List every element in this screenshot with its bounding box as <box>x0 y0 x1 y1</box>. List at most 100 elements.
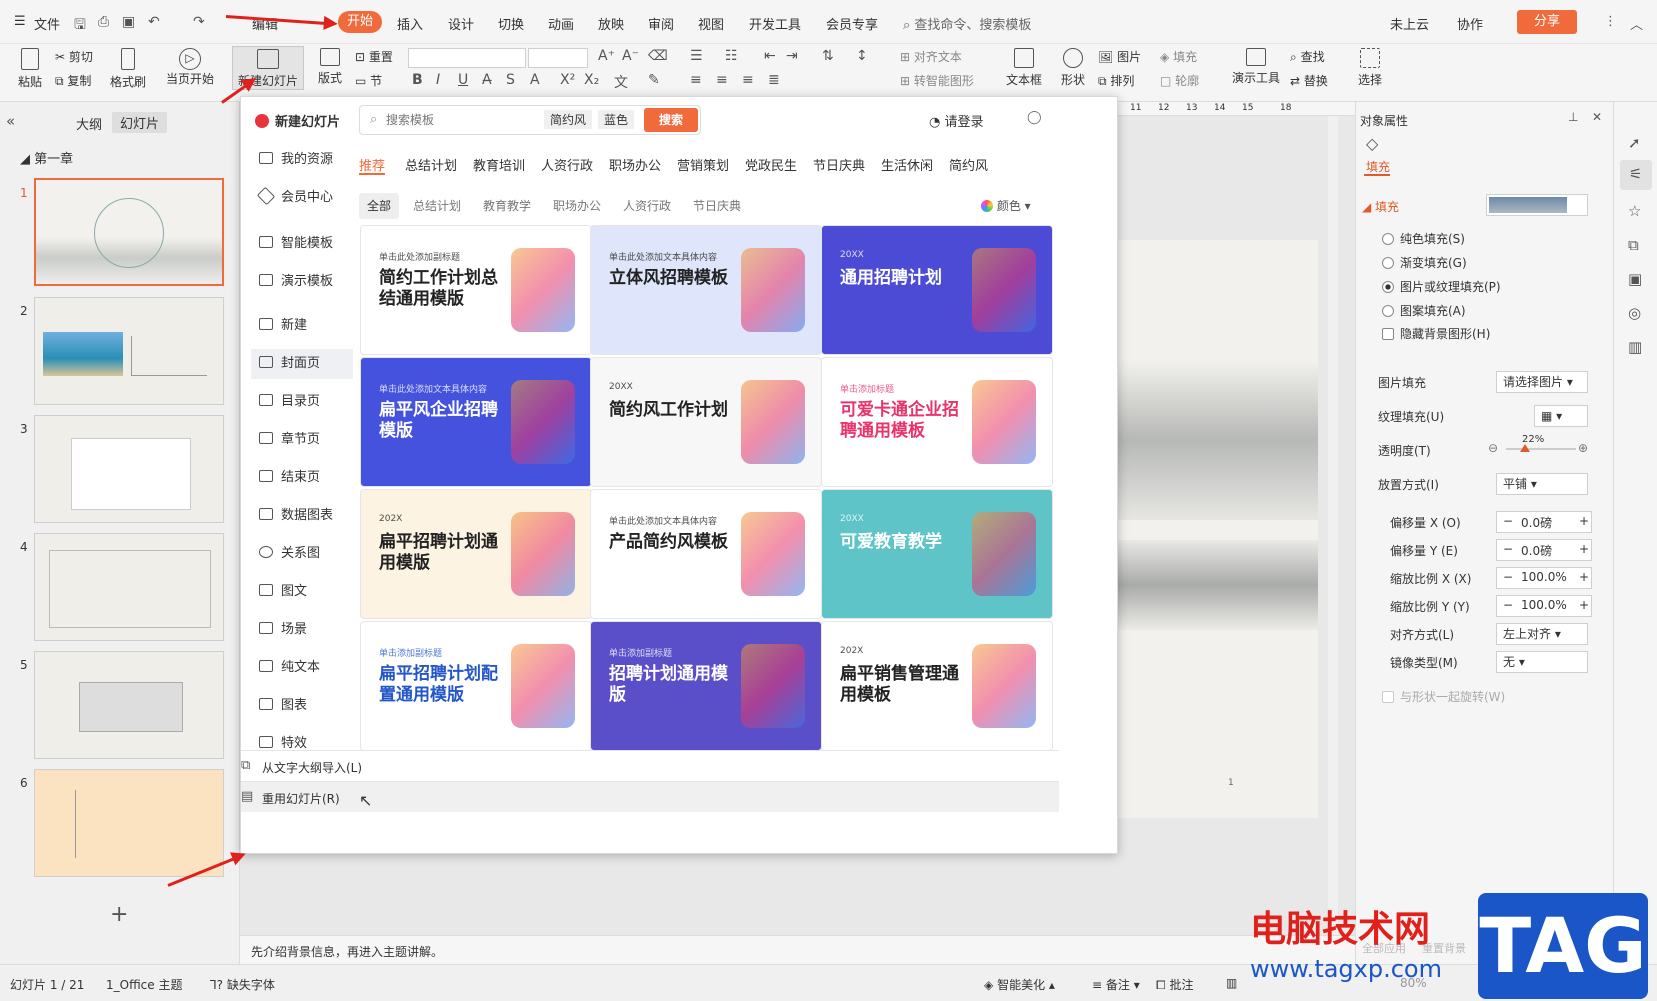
scale-x-stepper[interactable]: −100.0% + <box>1496 567 1592 589</box>
radio-solid[interactable]: 纯色填充(S) <box>1382 230 1465 247</box>
template-card[interactable]: 单击此处添加文本具体内容 立体风招聘模板 <box>590 225 822 355</box>
clear-format-icon[interactable]: ⌫ <box>648 48 668 64</box>
numbering-icon[interactable]: ☷ <box>725 48 738 64</box>
cut-button[interactable]: ✂ 剪切 <box>55 48 93 65</box>
picture-button[interactable]: 🖼 图片 <box>1098 48 1141 65</box>
menu-my-resources[interactable]: 我的资源 <box>251 145 353 175</box>
category-tab[interactable]: 总结计划 <box>405 155 457 174</box>
menu-data-chart[interactable]: 数据图表 <box>251 501 353 531</box>
select-button[interactable]: 选择 <box>1352 48 1388 88</box>
print-icon[interactable]: ⎙ <box>98 14 109 30</box>
close-icon[interactable]: ✕ <box>1592 110 1602 124</box>
underline-icon[interactable]: U <box>458 72 468 88</box>
search-button[interactable]: 搜索 <box>644 108 698 132</box>
bullets-icon[interactable]: ☰ <box>690 48 703 64</box>
slide-thumbnail-1[interactable] <box>34 178 224 286</box>
tab-insert[interactable]: 插入 <box>397 14 423 33</box>
filter-chip[interactable]: 职场办公 <box>545 193 609 219</box>
picture-icon[interactable]: ▣ <box>1628 270 1642 288</box>
template-card[interactable]: 20XX 通用招聘计划 <box>821 225 1053 355</box>
filter-chip[interactable]: 节日庆典 <box>685 193 749 219</box>
template-card[interactable]: 单击此处添加文本具体内容 扁平风企业招聘模版 <box>360 357 592 487</box>
filter-chip[interactable]: 人资行政 <box>615 193 679 219</box>
menu-chart[interactable]: 图表 <box>251 691 353 721</box>
template-card[interactable]: 20XX 简约风工作计划 <box>590 357 822 487</box>
radio-pattern[interactable]: 图案填充(A) <box>1382 302 1466 319</box>
pinyin-icon[interactable]: 文 <box>614 72 628 92</box>
tab-fill[interactable]: 填充 <box>1366 158 1390 175</box>
slide-thumbnail-6[interactable] <box>34 769 224 877</box>
menu-cover-page[interactable]: 封面页 <box>251 349 353 379</box>
panel-title[interactable]: 对象属性 <box>1360 112 1408 129</box>
category-tab[interactable]: 党政民生 <box>745 155 797 174</box>
paste-button[interactable]: 粘贴 <box>12 48 48 90</box>
slide-thumbnail-3[interactable] <box>34 415 224 523</box>
from-current-button[interactable]: ▷ 当页开始 <box>160 48 220 87</box>
search-tag[interactable]: 简约风 <box>544 110 593 129</box>
align-text-button[interactable]: ⊞ 对齐文本 <box>900 48 962 65</box>
category-tab[interactable]: 职场办公 <box>609 155 661 174</box>
transparency-slider[interactable] <box>1506 444 1576 452</box>
slider-thumb[interactable] <box>1520 444 1530 452</box>
grow-font-icon[interactable]: A⁺ <box>598 48 615 64</box>
menu-new[interactable]: 新建 <box>251 311 353 341</box>
color-filter[interactable]: 颜色 ▾ <box>981 197 1031 214</box>
message-icon[interactable]: ◯ <box>1027 110 1042 125</box>
outline-button[interactable]: □ 轮廓 <box>1160 72 1199 89</box>
star-icon[interactable]: ☆ <box>1628 202 1641 220</box>
add-slide-button[interactable]: + <box>110 902 128 927</box>
pin-icon[interactable]: ⊥ <box>1568 110 1578 124</box>
texture-select[interactable]: ▦ ▾ <box>1534 405 1588 427</box>
rotate-with-shape-checkbox[interactable]: 与形状一起旋转(W) <box>1382 688 1505 705</box>
menu-relation[interactable]: 关系图 <box>251 539 353 569</box>
tab-view[interactable]: 视图 <box>698 14 724 33</box>
tab-developer[interactable]: 开发工具 <box>749 14 801 33</box>
shape-button[interactable]: 形状 <box>1055 48 1091 88</box>
preview-icon[interactable]: ▣ <box>122 14 135 30</box>
superscript-icon[interactable]: X² <box>560 72 575 88</box>
copy-button[interactable]: ⧉ 复制 <box>55 72 91 89</box>
fill-button[interactable]: ◈ 填充 <box>1160 48 1197 65</box>
normal-view-icon[interactable]: ▥ <box>1226 976 1237 990</box>
text-direction-icon[interactable]: ⇅ <box>822 48 834 64</box>
offset-y-stepper[interactable]: −0.0磅 + <box>1496 539 1592 561</box>
menu-member-center[interactable]: 会员中心 <box>251 183 353 213</box>
more-icon[interactable]: ⋮ <box>1604 14 1617 29</box>
line-spacing-icon[interactable]: ↕ <box>856 48 868 64</box>
menu-scene[interactable]: 场景 <box>251 615 353 645</box>
category-tab[interactable]: 节日庆典 <box>813 155 865 174</box>
redo-icon[interactable]: ↷ <box>193 14 205 30</box>
tab-start[interactable]: 开始 <box>338 11 382 33</box>
search-tag[interactable]: 蓝色 <box>598 110 635 129</box>
save-icon[interactable]: 🖫 <box>74 14 86 38</box>
import-outline-item[interactable]: ⧉ 从文字大纲导入(L) <box>241 750 1059 781</box>
reset-button[interactable]: ⊡ 重置 <box>355 48 393 65</box>
template-card[interactable]: 202X 扁平招聘计划通用模版 <box>360 489 592 619</box>
template-card[interactable]: 单击添加标题 可爱卡通企业招聘通用模板 <box>821 357 1053 487</box>
plus-icon[interactable]: ⊕ <box>1578 441 1588 455</box>
shrink-font-icon[interactable]: A⁻ <box>622 48 639 64</box>
template-card[interactable]: 单击添加副标题 扁平招聘计划配置通用模版 <box>360 621 592 751</box>
template-search-input[interactable] <box>386 111 536 129</box>
template-card[interactable]: 单击此处添加副标题 简约工作计划总结通用模版 <box>360 225 592 355</box>
strikethrough-icon[interactable]: A̶ <box>482 72 492 88</box>
compass-icon[interactable]: ◎ <box>1628 304 1641 322</box>
fill-preview-select[interactable] <box>1486 194 1588 216</box>
transition-icon[interactable]: ⧉ <box>1628 236 1639 254</box>
menu-toc-page[interactable]: 目录页 <box>251 387 353 417</box>
properties-toggle[interactable]: ⚟ <box>1620 160 1652 190</box>
hide-bg-checkbox[interactable]: 隐藏背景图形(H) <box>1382 325 1490 342</box>
highlight-icon[interactable]: ✎ <box>648 72 660 88</box>
file-menu[interactable]: 文件 <box>34 14 60 33</box>
collab-button[interactable]: 协作 <box>1457 14 1483 33</box>
tab-slideshow[interactable]: 放映 <box>598 14 624 33</box>
login-link[interactable]: ◔ 请登录 <box>929 111 984 130</box>
subscript-icon[interactable]: X₂ <box>584 72 599 88</box>
section-button[interactable]: ▭ 节 <box>355 72 382 89</box>
tab-slides[interactable]: 幻灯片 <box>112 112 168 133</box>
font-size-select[interactable] <box>528 48 588 68</box>
radio-gradient[interactable]: 渐变填充(G) <box>1382 254 1467 271</box>
tab-member[interactable]: 会员专享 <box>826 14 878 33</box>
font-color-icon[interactable]: A <box>530 72 540 88</box>
slide-thumbnail-2[interactable] <box>34 297 224 405</box>
